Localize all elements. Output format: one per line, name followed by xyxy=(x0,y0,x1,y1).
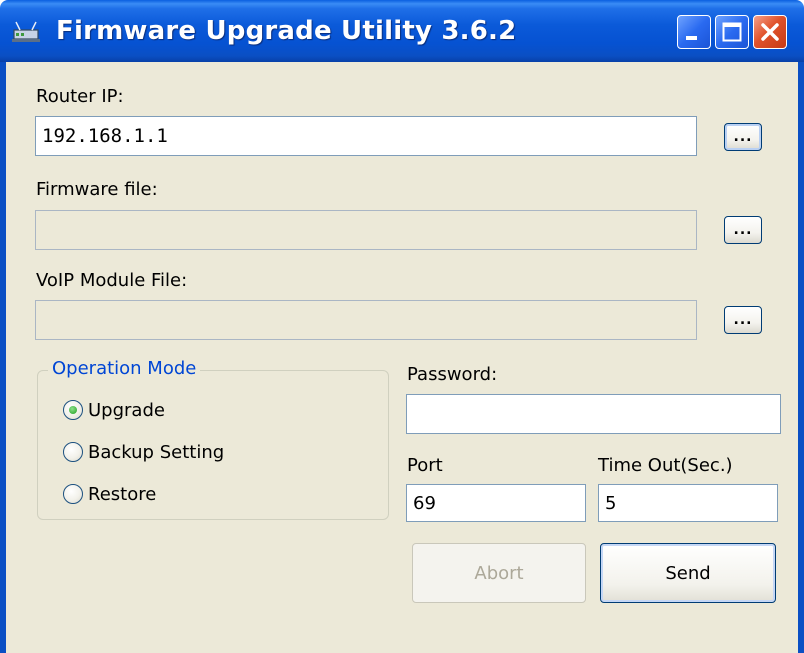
maximize-icon xyxy=(722,22,742,42)
close-button[interactable] xyxy=(753,15,787,49)
voip-module-file-label: VoIP Module File: xyxy=(36,270,188,291)
maximize-button[interactable] xyxy=(715,15,749,49)
abort-button[interactable]: Abort xyxy=(412,543,586,603)
router-ip-value: 192.168.1.1 xyxy=(42,125,168,147)
voip-module-file-input[interactable] xyxy=(35,300,697,340)
firmware-file-input[interactable] xyxy=(35,210,697,250)
radio-selected-dot xyxy=(69,406,77,414)
firmware-upgrade-window: Firmware Upgrade Utility 3.6.2 Router IP… xyxy=(0,0,804,653)
router-ip-browse-button[interactable]: ... xyxy=(724,123,762,151)
radio-button-selected[interactable] xyxy=(63,400,83,420)
radio-button[interactable] xyxy=(63,484,83,504)
close-icon xyxy=(761,23,779,41)
app-icon xyxy=(12,21,40,42)
radio-upgrade-label: Upgrade xyxy=(88,399,165,421)
password-label: Password: xyxy=(407,364,498,385)
port-input[interactable]: 69 xyxy=(406,484,586,522)
radio-upgrade[interactable]: Upgrade xyxy=(63,397,165,423)
send-button[interactable]: Send xyxy=(600,543,776,603)
radio-button[interactable] xyxy=(63,442,83,462)
operation-mode-legend: Operation Mode xyxy=(48,358,201,379)
timeout-label: Time Out(Sec.) xyxy=(598,455,733,476)
title-bar[interactable]: Firmware Upgrade Utility 3.6.2 xyxy=(0,0,804,62)
minimize-icon xyxy=(686,36,697,40)
timeout-value: 5 xyxy=(605,492,617,514)
window-border-right xyxy=(798,62,804,653)
firmware-file-label: Firmware file: xyxy=(36,179,158,200)
voip-module-file-browse-button[interactable]: ... xyxy=(724,306,762,334)
firmware-file-browse-button[interactable]: ... xyxy=(724,216,762,244)
minimize-button[interactable] xyxy=(677,15,711,49)
radio-restore-label: Restore xyxy=(88,483,157,505)
timeout-input[interactable]: 5 xyxy=(598,484,778,522)
port-value: 69 xyxy=(413,492,436,514)
window-title: Firmware Upgrade Utility 3.6.2 xyxy=(56,16,517,46)
radio-backup-setting-label: Backup Setting xyxy=(88,441,225,463)
radio-restore[interactable]: Restore xyxy=(63,481,156,507)
router-ip-label: Router IP: xyxy=(36,86,124,107)
port-label: Port xyxy=(407,455,443,476)
radio-backup-setting[interactable]: Backup Setting xyxy=(63,439,224,465)
password-input[interactable] xyxy=(406,394,781,434)
router-ip-input[interactable]: 192.168.1.1 xyxy=(35,116,697,156)
